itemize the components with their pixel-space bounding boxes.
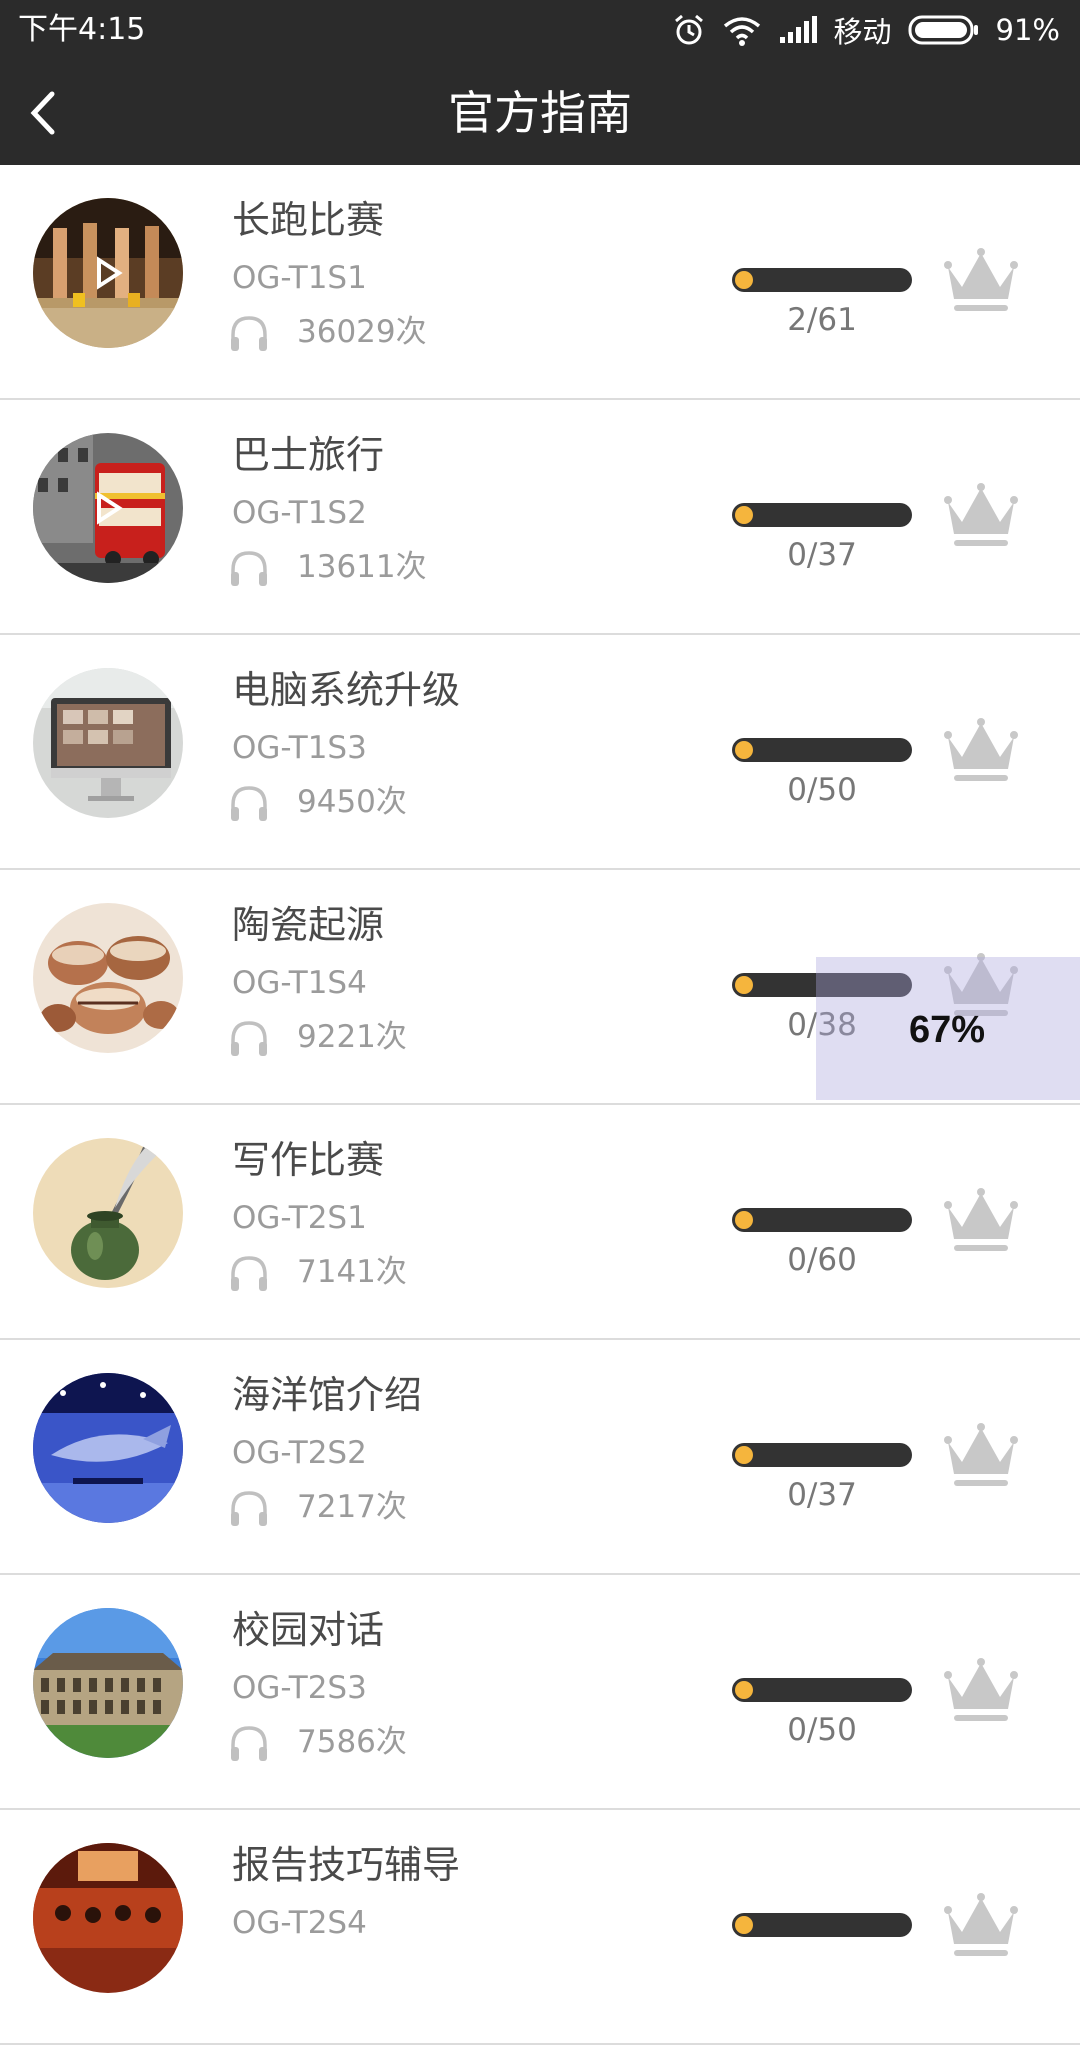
headphones-icon: [231, 1021, 267, 1056]
thumbnail-image: [33, 1843, 183, 1993]
list-item[interactable]: 校园对话 OG-T2S3 7586次 0/50: [0, 1575, 1080, 1810]
thumbnail-image: [33, 1373, 183, 1523]
crown-icon[interactable]: [942, 715, 1020, 787]
progress-text: 0/60: [787, 1242, 857, 1278]
progress-text: 2/61: [787, 302, 857, 338]
thumbnail-image: [33, 433, 183, 583]
item-title: 陶瓷起源: [232, 903, 385, 947]
item-title: 报告技巧辅导: [232, 1843, 461, 1887]
status-icons: 移动 91%: [656, 10, 1060, 50]
crown-icon[interactable]: [942, 1655, 1020, 1727]
item-title: 巴士旅行: [232, 433, 385, 477]
crown-icon[interactable]: [942, 480, 1020, 552]
progress-bar: [732, 1208, 912, 1232]
play-count: 9450次: [297, 784, 407, 820]
headphones-icon: [231, 786, 267, 821]
list-item[interactable]: 长跑比赛 OG-T1S1 36029次 2/61: [0, 165, 1080, 400]
page-title: 官方指南: [448, 86, 632, 140]
alarm-icon: [672, 13, 706, 47]
progress-text: 0/37: [787, 1477, 857, 1513]
item-code: OG-T1S4: [232, 965, 367, 1001]
thumbnail-image: [33, 1138, 183, 1288]
play-count: 7217次: [297, 1489, 407, 1525]
progress-bar: [732, 738, 912, 762]
signal-icon: [778, 15, 818, 45]
progress-bar: [732, 503, 912, 527]
item-code: OG-T2S2: [232, 1435, 367, 1471]
crown-icon[interactable]: [942, 245, 1020, 317]
carrier-label: 移动: [833, 15, 892, 49]
thumbnail-image: [33, 198, 183, 348]
list-item[interactable]: 巴士旅行 OG-T1S2 13611次 0/37: [0, 400, 1080, 635]
progress-fill: [735, 1916, 753, 1934]
item-title: 写作比赛: [232, 1138, 385, 1182]
item-code: OG-T2S4: [232, 1905, 367, 1941]
thumbnail-image: [33, 668, 183, 818]
progress-fill: [735, 741, 753, 759]
crown-icon[interactable]: [942, 1890, 1020, 1962]
item-title: 海洋馆介绍: [232, 1373, 423, 1417]
progress-text: 0/50: [787, 1712, 857, 1748]
wifi-icon: [722, 14, 762, 46]
headphones-icon: [231, 551, 267, 586]
crown-icon[interactable]: [942, 1420, 1020, 1492]
list-item[interactable]: 写作比赛 OG-T2S1 7141次 0/60: [0, 1105, 1080, 1340]
progress-text: 0/37: [787, 537, 857, 573]
headphones-icon: [231, 1256, 267, 1291]
guide-list: 长跑比赛 OG-T1S1 36029次 2/61 巴士旅行 OG-T1S2 13…: [0, 165, 1080, 2045]
battery-percent: 91%: [995, 13, 1060, 47]
item-title: 电脑系统升级: [232, 668, 461, 712]
status-bar: 下午4:15 移动 91%: [0, 0, 1080, 60]
item-code: OG-T1S2: [232, 495, 367, 531]
play-count: 7141次: [297, 1254, 407, 1290]
percentage-overlay: 67%: [816, 957, 1080, 1100]
status-time: 下午4:15: [18, 12, 146, 47]
headphones-icon: [231, 1726, 267, 1761]
crown-icon[interactable]: [942, 1185, 1020, 1257]
play-count: 13611次: [297, 549, 427, 585]
item-code: OG-T1S1: [232, 260, 367, 296]
progress-fill: [735, 1211, 753, 1229]
progress-bar: [732, 1678, 912, 1702]
progress-bar: [732, 1443, 912, 1467]
battery-icon: [908, 15, 980, 45]
app-bar: 官方指南: [0, 60, 1080, 165]
progress-fill: [735, 1681, 753, 1699]
item-code: OG-T2S3: [232, 1670, 367, 1706]
list-item[interactable]: 海洋馆介绍 OG-T2S2 7217次 0/37: [0, 1340, 1080, 1575]
thumbnail-image: [33, 903, 183, 1053]
thumbnail-image: [33, 1608, 183, 1758]
progress-fill: [735, 1446, 753, 1464]
item-code: OG-T2S1: [232, 1200, 367, 1236]
list-item[interactable]: 报告技巧辅导 OG-T2S4: [0, 1810, 1080, 2045]
play-count: 7586次: [297, 1724, 407, 1760]
play-count: 9221次: [297, 1019, 407, 1055]
headphones-icon: [231, 1491, 267, 1526]
item-code: OG-T1S3: [232, 730, 367, 766]
progress-fill: [735, 271, 753, 289]
item-title: 长跑比赛: [232, 198, 385, 242]
headphones-icon: [231, 316, 267, 351]
progress-text: 0/50: [787, 772, 857, 808]
progress-fill: [735, 976, 753, 994]
list-item[interactable]: 电脑系统升级 OG-T1S3 9450次 0/50: [0, 635, 1080, 870]
overlay-percent-text: 67%: [909, 1009, 986, 1051]
progress-fill: [735, 506, 753, 524]
item-title: 校园对话: [232, 1608, 385, 1652]
play-count: 36029次: [297, 314, 427, 350]
progress-bar: [732, 1913, 912, 1937]
progress-bar: [732, 268, 912, 292]
